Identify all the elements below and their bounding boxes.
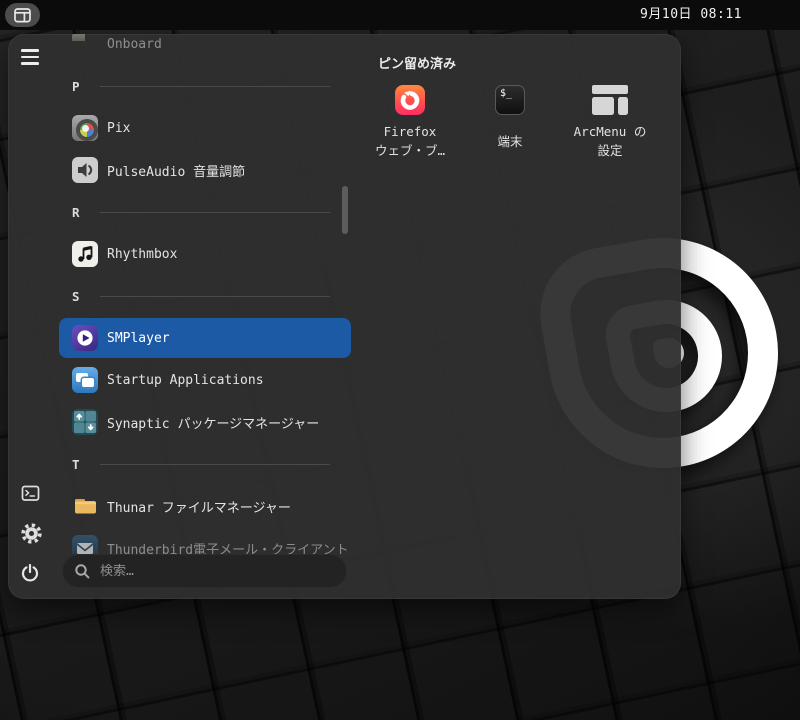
- top-panel: 9月10日 08:11: [0, 0, 800, 30]
- section-divider: [99, 463, 330, 465]
- section-header-r: R: [59, 192, 351, 232]
- app-row-thunderbird[interactable]: Thunderbird電子メール・クライアント: [59, 528, 351, 554]
- hamburger-menu-button[interactable]: [20, 49, 40, 65]
- pinned-item-firefox[interactable]: Firefox ウェブ・ブ…: [360, 84, 460, 160]
- pinned-label-line: ウェブ・ブ…: [374, 143, 446, 158]
- app-row-rhythmbox[interactable]: Rhythmbox: [59, 234, 351, 274]
- section-header-s: S: [59, 276, 351, 316]
- terminal-icon: [21, 485, 40, 502]
- search-bar[interactable]: [62, 554, 347, 588]
- section-divider: [99, 211, 330, 213]
- smplayer-icon: [72, 325, 98, 351]
- search-icon: [74, 563, 91, 580]
- section-letter: R: [72, 204, 80, 220]
- app-label: Thunar ファイルマネージャー: [107, 500, 291, 516]
- app-label: Startup Applications: [107, 372, 264, 388]
- terminal-shortcut-button[interactable]: [20, 483, 40, 503]
- arcmenu-grid-icon: [14, 7, 31, 23]
- pinned-item-arcmenu-settings[interactable]: ArcMenu の 設定: [560, 84, 660, 160]
- section-header-p: P: [59, 66, 351, 106]
- pulseaudio-icon: [72, 157, 98, 183]
- section-letter: T: [72, 456, 80, 472]
- pinned-label-line: ArcMenu の: [573, 124, 647, 139]
- rhythmbox-icon: [72, 241, 98, 267]
- synaptic-icon: [72, 409, 98, 435]
- app-list: Onboard P Pix PulseAudio 音量調節 R Rhythmbo…: [52, 34, 364, 554]
- settings-button[interactable]: [20, 522, 42, 544]
- section-header-t: T: [59, 444, 351, 484]
- app-row-thunar[interactable]: Thunar ファイルマネージャー: [59, 486, 351, 526]
- arcmenu-popup: Onboard P Pix PulseAudio 音量調節 R Rhythmbo…: [8, 34, 681, 599]
- startup-applications-icon: [72, 367, 98, 393]
- pinned-section-header: ピン留め済み: [378, 57, 457, 72]
- app-row-pix[interactable]: Pix: [59, 108, 351, 148]
- clock[interactable]: 9月10日 08:11: [640, 0, 742, 30]
- section-letter: S: [72, 288, 80, 304]
- app-label: Rhythmbox: [107, 246, 178, 262]
- app-label: Synaptic パッケージマネージャー: [107, 416, 320, 432]
- app-label: PulseAudio 音量調節: [107, 164, 246, 180]
- gear-icon: [20, 522, 42, 544]
- terminal-app-icon: $_: [495, 85, 525, 115]
- arcmenu-panel-button[interactable]: [5, 3, 40, 27]
- pinned-label-line: 設定: [597, 143, 623, 158]
- app-row-startup-applications[interactable]: Startup Applications: [59, 360, 351, 400]
- section-letter: P: [72, 78, 80, 94]
- app-label: Pix: [107, 120, 131, 136]
- power-icon: [20, 562, 40, 582]
- app-row-smplayer[interactable]: SMPlayer: [59, 318, 351, 358]
- firefox-icon: [395, 85, 425, 115]
- arcmenu-settings-icon: [592, 85, 628, 115]
- pinned-item-terminal[interactable]: $_ 端末: [460, 84, 560, 160]
- pinned-label-line: 端末: [497, 133, 523, 149]
- terminal-prompt-glyph: $_: [500, 88, 513, 99]
- pinned-label-line: Firefox: [383, 124, 437, 139]
- app-label: Thunderbird電子メール・クライアント: [107, 542, 349, 555]
- app-row-pulseaudio[interactable]: PulseAudio 音量調節: [59, 150, 351, 190]
- thunderbird-icon: [72, 535, 98, 554]
- app-row-onboard[interactable]: Onboard: [59, 34, 351, 64]
- scrollbar-thumb[interactable]: [342, 186, 348, 234]
- section-divider: [99, 85, 330, 87]
- section-divider: [99, 295, 330, 297]
- app-row-synaptic[interactable]: Synaptic パッケージマネージャー: [59, 402, 351, 442]
- onboard-icon: [72, 34, 98, 57]
- search-input[interactable]: [100, 563, 330, 579]
- app-label: SMPlayer: [107, 330, 170, 346]
- app-label: Onboard: [107, 36, 162, 52]
- thunar-folder-icon: [72, 493, 98, 519]
- pix-icon: [72, 115, 98, 141]
- power-button[interactable]: [20, 562, 40, 582]
